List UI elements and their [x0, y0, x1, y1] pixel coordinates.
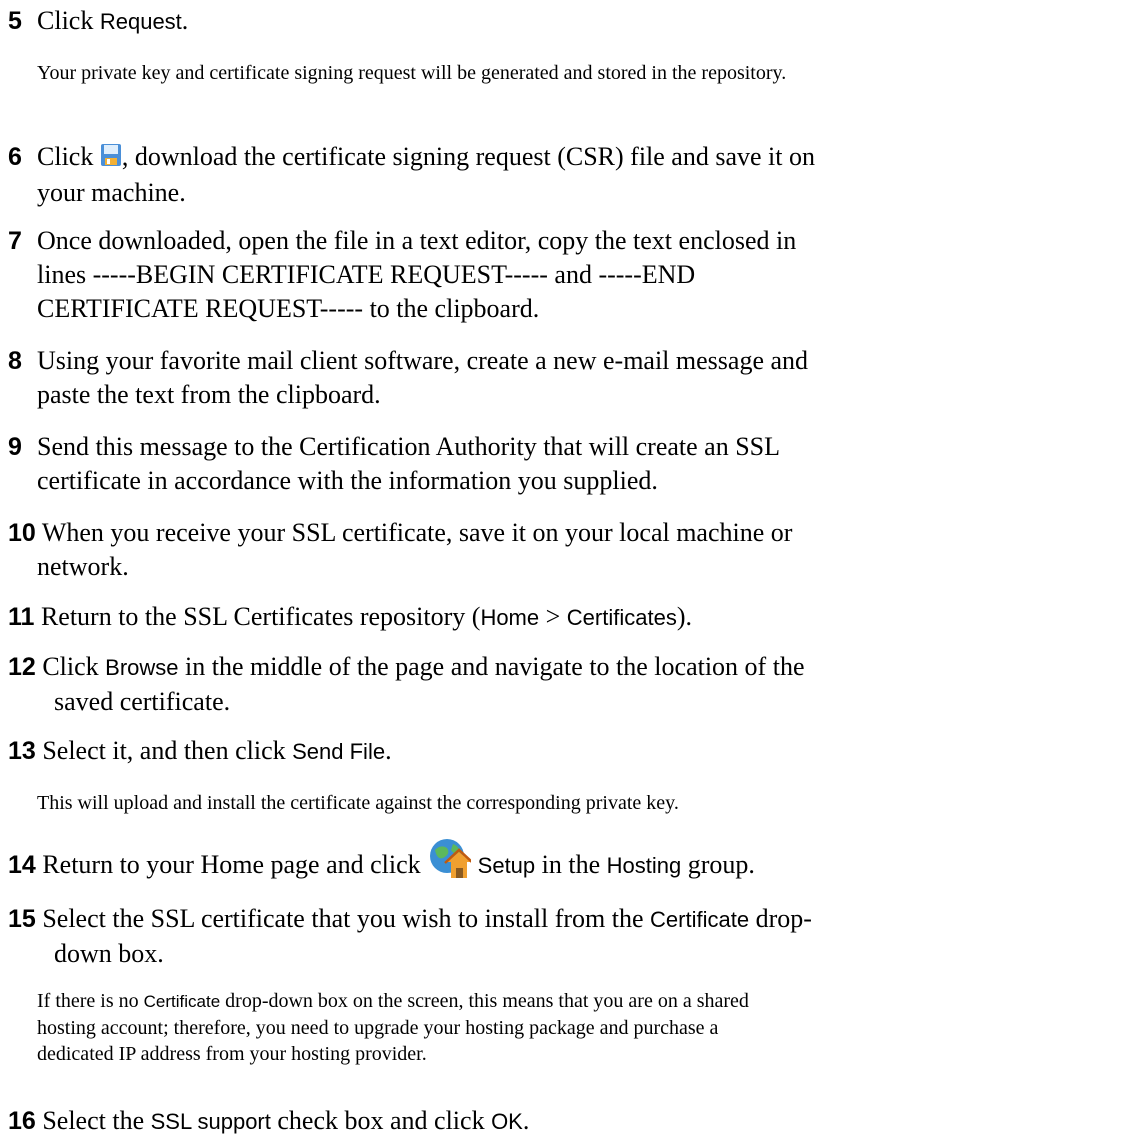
step-7: 7 Once downloaded, open the file in a tex… [8, 226, 797, 323]
step-13: 13 Select it, and then click Send File. [8, 736, 392, 765]
ui-label-setup: Setup [477, 852, 536, 878]
step-10: 10 When you receive your SSL certificate… [8, 518, 793, 581]
step-11: 11 Return to the SSL Certificates reposi… [8, 602, 693, 631]
ui-label-request: Request [99, 9, 182, 34]
ui-label-certificate: Certificate [650, 907, 750, 932]
step-text: Click [37, 6, 100, 35]
ui-label-certificates: Certificates [566, 605, 677, 630]
step-number: 10 [8, 519, 36, 547]
step-14: 14 Return to your Home page and click Se… [8, 836, 1118, 898]
ui-label-home: Home [480, 605, 540, 630]
step-9: 9 Send this message to the Certification … [8, 432, 781, 495]
step-number: 9 [8, 433, 22, 461]
step-number: 8 [8, 347, 22, 375]
step-5: 5 Click Request. [8, 4, 1118, 39]
step-5-note: Your private key and certificate signing… [37, 62, 787, 84]
step-number: 16 [8, 1107, 36, 1135]
hosting-setup-icon [427, 836, 475, 898]
ui-label-send-file: Send File [292, 739, 386, 764]
ui-label-ssl-support: SSL support [150, 1109, 271, 1134]
step-number: 5 [8, 7, 22, 35]
step-16: 16 Select the SSL support check box and … [8, 1106, 530, 1135]
step-8: 8 Using your favorite mail client softwar… [8, 346, 809, 409]
step-15-note: If there is no Certificate drop-down box… [37, 990, 749, 1065]
ui-label-browse: Browse [105, 655, 179, 680]
step-number: 13 [8, 737, 36, 765]
step-number: 15 [8, 905, 36, 933]
ui-label-hosting: Hosting [606, 852, 682, 878]
ui-label-certificate: Certificate [143, 992, 221, 1011]
step-number: 11 [8, 603, 35, 631]
step-13-note: This will upload and install the certifi… [37, 792, 679, 814]
step-number: 6 [8, 143, 22, 171]
step-6: 6 Click , download the certificate signin… [8, 142, 815, 208]
step-12: 12 Click Browse in the middle of the pag… [8, 652, 805, 716]
ui-label-ok: OK [491, 1109, 523, 1134]
step-number: 14 [8, 850, 36, 879]
save-disk-icon [100, 142, 122, 176]
step-15: 15 Select the SSL certificate that you w… [8, 904, 812, 968]
step-number: 12 [8, 653, 36, 681]
step-number: 7 [8, 227, 22, 255]
